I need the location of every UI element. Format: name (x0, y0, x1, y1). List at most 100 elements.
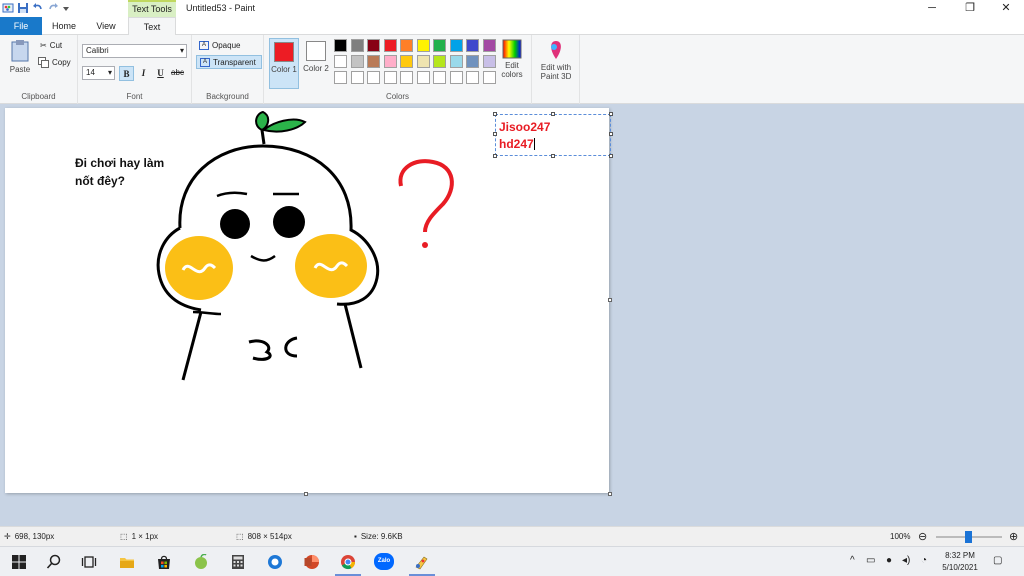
palette-swatch[interactable] (350, 55, 364, 68)
bold-button[interactable]: B (119, 66, 134, 81)
canvas-resize-handle-bottom[interactable] (304, 492, 308, 496)
copy-button[interactable]: Copy (38, 57, 71, 68)
cut-button[interactable]: ✂ Cut (40, 41, 62, 50)
task-view-icon[interactable] (81, 554, 97, 570)
palette-swatch[interactable] (416, 39, 430, 52)
palette-swatch[interactable] (350, 71, 364, 84)
store-icon[interactable] (156, 554, 172, 570)
textbox-handle[interactable] (609, 132, 613, 136)
volume-icon[interactable]: ◂) (902, 555, 910, 566)
palette-swatch[interactable] (433, 71, 446, 84)
undo-icon[interactable] (32, 2, 44, 14)
zoom-slider-thumb[interactable] (965, 531, 972, 543)
palette-swatch[interactable] (383, 39, 397, 52)
palette-swatch[interactable] (466, 71, 479, 84)
strikethrough-button[interactable]: abc (170, 66, 185, 81)
color1-button[interactable]: Color 1 (269, 38, 299, 89)
redo-icon[interactable] (47, 2, 59, 14)
question-mark-curve (398, 159, 454, 233)
palette-swatch[interactable] (334, 71, 347, 84)
taskbar-clock[interactable]: 8:32 PM 5/10/2021 (932, 550, 988, 574)
textbox-handle[interactable] (609, 112, 613, 116)
palette-swatch[interactable] (367, 39, 380, 52)
palette-swatch[interactable] (416, 71, 430, 84)
minimize-button[interactable]: ─ (914, 0, 950, 17)
palette-swatch[interactable] (449, 39, 463, 52)
wifi-icon[interactable]: ◔ (921, 555, 927, 566)
textbox-line-2: hd247 (499, 137, 535, 151)
zalo-icon[interactable]: Zalo (374, 553, 394, 570)
browser-app-icon[interactable] (267, 554, 283, 570)
network-icon[interactable]: ▭ (866, 555, 875, 566)
palette-swatch[interactable] (482, 39, 496, 52)
paint-app-icon[interactable] (2, 2, 14, 14)
palette-swatch[interactable] (449, 55, 463, 68)
paste-button[interactable]: Paste (6, 39, 34, 74)
palette-swatch[interactable] (466, 55, 479, 68)
powerpoint-icon[interactable] (304, 554, 320, 570)
palette-swatch[interactable] (433, 39, 446, 52)
canvas-resize-handle-corner[interactable] (608, 492, 612, 496)
color2-button[interactable]: Color 2 (301, 38, 331, 89)
palette-swatch[interactable] (367, 71, 380, 84)
textbox-handle[interactable] (551, 112, 555, 116)
show-hidden-icons-button[interactable]: ^ (850, 555, 855, 566)
palette-swatch[interactable] (367, 55, 380, 68)
microphone-icon[interactable]: ● (886, 555, 892, 566)
textbox-handle[interactable] (609, 154, 613, 158)
zoom-in-button[interactable]: ⊕ (1009, 530, 1018, 543)
green-app-icon[interactable] (193, 554, 209, 570)
palette-swatch[interactable] (400, 55, 413, 68)
transparent-button[interactable]: A Transparent (196, 55, 262, 69)
tab-text[interactable]: Text (128, 17, 176, 36)
italic-button[interactable]: I (136, 66, 151, 81)
calculator-icon[interactable] (230, 554, 246, 570)
zoom-out-button[interactable]: ⊖ (918, 530, 927, 543)
underline-button[interactable]: U (153, 66, 168, 81)
palette-swatch[interactable] (449, 71, 463, 84)
textbox-handle[interactable] (493, 112, 497, 116)
save-icon[interactable] (17, 2, 29, 14)
restore-button[interactable]: ❐ (952, 0, 988, 17)
textbox-handle[interactable] (493, 154, 497, 158)
palette-swatch[interactable] (334, 39, 347, 52)
text-box-selection[interactable]: Jisoo247 hd247 (493, 112, 613, 158)
close-button[interactable]: ✕ (988, 0, 1024, 17)
palette-swatch[interactable] (350, 39, 364, 52)
chrome-icon[interactable] (340, 554, 356, 570)
notification-icon[interactable]: ▢ (993, 555, 1002, 566)
palette-swatch[interactable] (383, 71, 397, 84)
windows-start-icon[interactable] (11, 554, 27, 570)
canvas-resize-handle-right[interactable] (608, 298, 612, 302)
customize-qat-icon[interactable] (62, 2, 74, 14)
right-cheek (295, 234, 367, 298)
textbox-line-1: Jisoo247 (499, 120, 551, 134)
image-size-icon: ⬚ (236, 532, 244, 541)
font-size-select[interactable]: 14 ▾ (82, 66, 115, 80)
palette-swatch[interactable] (400, 71, 413, 84)
paint-taskbar-icon[interactable] (414, 554, 430, 570)
palette-swatch[interactable] (482, 71, 496, 84)
palette-swatch[interactable] (466, 39, 479, 52)
palette-swatch[interactable] (334, 55, 347, 68)
file-explorer-icon[interactable] (119, 554, 135, 570)
tab-home[interactable]: Home (42, 17, 86, 35)
drawing-canvas[interactable]: Đi chơi hay làm nốt đêy? Jisoo247 hd247 (5, 108, 613, 493)
textbox-handle[interactable] (551, 154, 555, 158)
font-family-select[interactable]: Calibri ▾ (82, 44, 187, 58)
tab-view[interactable]: View (86, 17, 126, 35)
search-icon[interactable] (46, 554, 62, 570)
palette-swatch[interactable] (433, 55, 446, 68)
palette-swatch[interactable] (383, 55, 397, 68)
sprout-stem (260, 129, 266, 145)
colors-group: Color 1 Color 2 Edit colors Colors (264, 35, 532, 104)
palette-swatch[interactable] (482, 55, 496, 68)
edit-with-paint3d-button[interactable]: Edit with Paint 3D (535, 39, 577, 81)
palette-swatch[interactable] (400, 39, 413, 52)
tab-file[interactable]: File (0, 17, 42, 35)
textbox-handle[interactable] (493, 132, 497, 136)
edit-colors-button[interactable]: Edit colors (496, 39, 528, 79)
workspace[interactable]: Đi chơi hay làm nốt đêy? Jisoo247 hd247 (0, 104, 1024, 526)
palette-swatch[interactable] (416, 55, 430, 68)
opaque-button[interactable]: A Opaque (196, 39, 262, 53)
